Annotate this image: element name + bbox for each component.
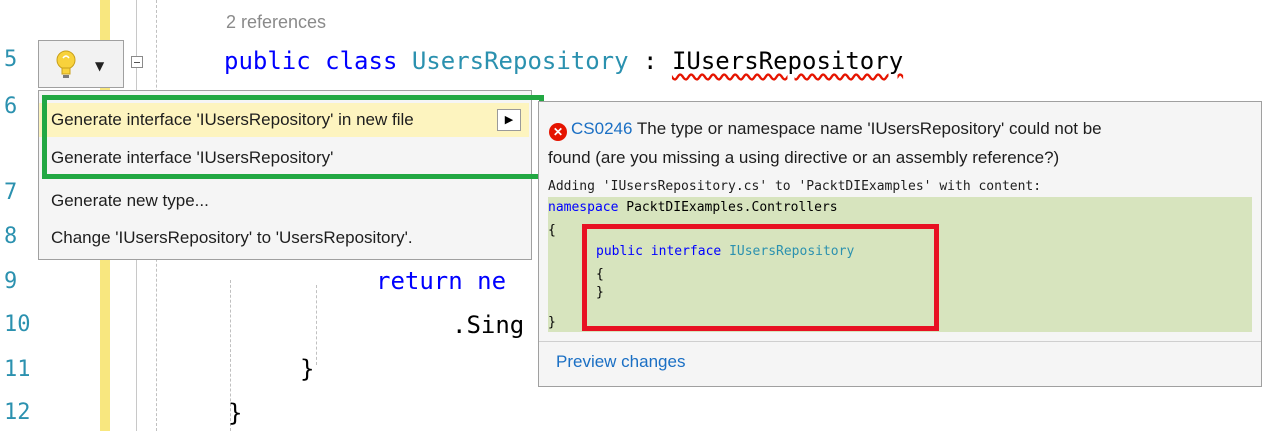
code-line-single: .Sing bbox=[452, 311, 525, 339]
line-number: 12 bbox=[4, 400, 31, 425]
unresolved-type-squiggle[interactable]: IUsersRepository bbox=[672, 47, 903, 75]
namespace-line: namespace PacktDIExamples.Controllers bbox=[548, 200, 838, 215]
close-brace: } bbox=[548, 315, 556, 330]
code-line-return: return ne bbox=[376, 267, 507, 295]
indent-guide bbox=[316, 285, 317, 365]
keyword: public class bbox=[224, 47, 412, 75]
divider bbox=[539, 341, 1261, 342]
open-brace: { bbox=[548, 223, 556, 238]
preview-changes-link[interactable]: Preview changes bbox=[556, 352, 685, 372]
keyword: namespace bbox=[548, 200, 619, 215]
menu-item-label: Change 'IUsersRepository' to 'UsersRepos… bbox=[51, 228, 413, 247]
preview-panel: ✕ CS0246 The type or namespace name 'IUse… bbox=[538, 101, 1262, 387]
preview-added-code: namespace PacktDIExamples.Controllers { … bbox=[548, 197, 1252, 332]
highlight-box-green bbox=[42, 95, 544, 179]
chevron-down-icon: ▼ bbox=[95, 59, 105, 73]
collapse-toggle[interactable] bbox=[131, 56, 143, 68]
preview-adding-line: Adding 'IUsersRepository.cs' to 'PacktDI… bbox=[548, 179, 1042, 194]
quick-actions-button[interactable]: ▼ bbox=[38, 40, 124, 88]
line-number: 8 bbox=[4, 224, 18, 249]
error-text-continued: found (are you missing a using directive… bbox=[548, 148, 1060, 167]
class-name: UsersRepository bbox=[411, 47, 629, 75]
menu-item-change-type[interactable]: Change 'IUsersRepository' to 'UsersRepos… bbox=[39, 221, 529, 255]
line-number: 5 bbox=[4, 47, 18, 72]
code-editor[interactable]: 5 6 7 8 9 10 11 12 2 references public c… bbox=[0, 0, 1280, 431]
error-message: ✕ CS0246 The type or namespace name 'IUse… bbox=[549, 116, 1249, 142]
highlight-box-red bbox=[582, 224, 939, 331]
code-line-brace: } bbox=[300, 355, 315, 383]
menu-item-label: Generate new type... bbox=[51, 191, 209, 210]
error-code-link[interactable]: CS0246 bbox=[571, 119, 632, 138]
error-text: The type or namespace name 'IUsersReposi… bbox=[632, 119, 1102, 138]
class-declaration: public class UsersRepository : IUsersRep… bbox=[224, 46, 903, 76]
line-number: 10 bbox=[4, 312, 31, 337]
line-number: 11 bbox=[4, 357, 31, 382]
line-number: 9 bbox=[4, 269, 18, 294]
codelens-references[interactable]: 2 references bbox=[226, 12, 326, 33]
namespace-name: PacktDIExamples.Controllers bbox=[618, 200, 838, 215]
code-line-brace: } bbox=[228, 399, 243, 427]
lightbulb-icon bbox=[56, 50, 76, 78]
menu-item-generate-new-type[interactable]: Generate new type... bbox=[39, 184, 529, 218]
line-number: 7 bbox=[4, 180, 18, 205]
error-icon: ✕ bbox=[549, 123, 567, 141]
line-number: 6 bbox=[4, 94, 18, 119]
separator: : bbox=[628, 47, 672, 75]
